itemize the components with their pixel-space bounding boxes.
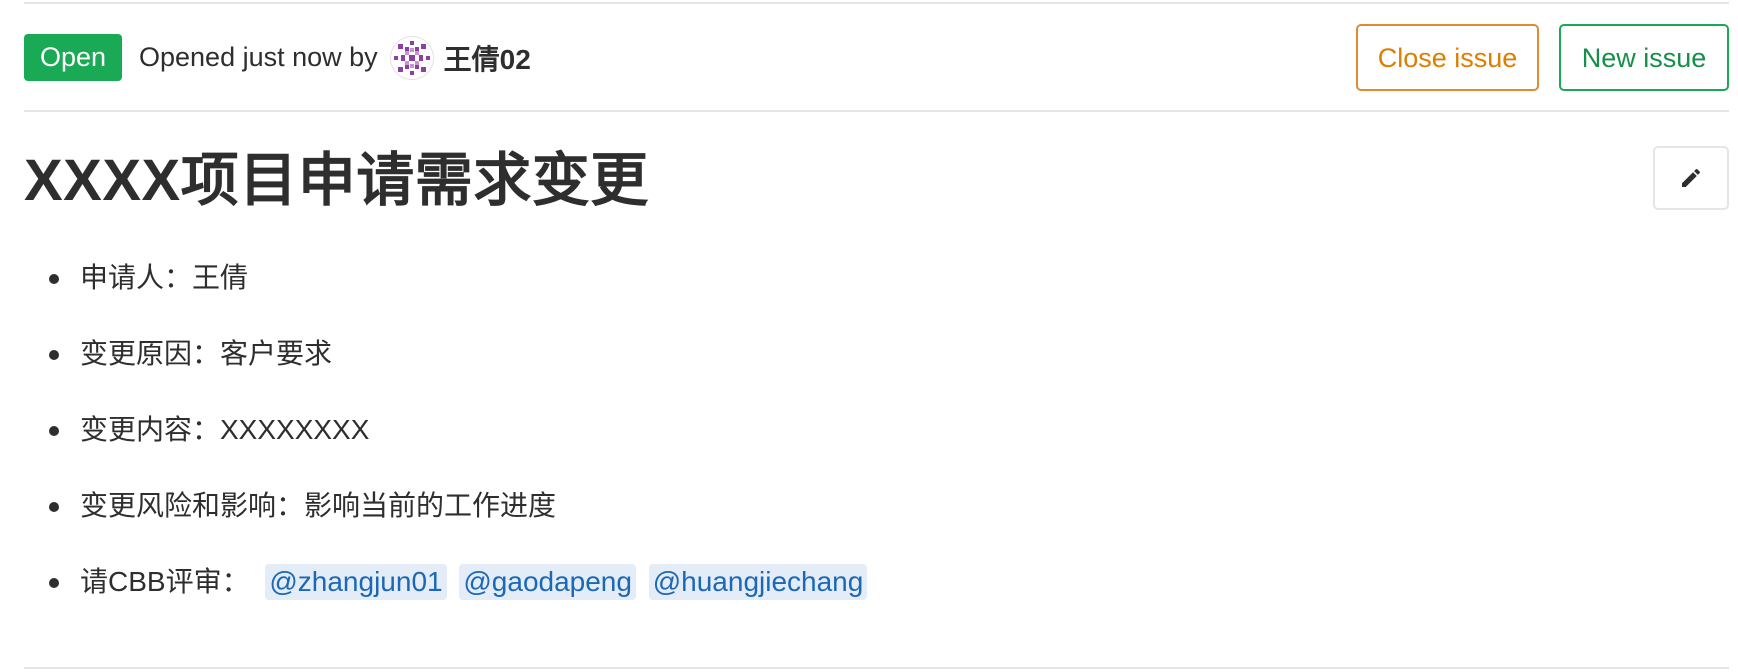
issue-page: Open Opened just now by 王倩02 Close issue… [0,0,1738,672]
list-item-text: 请CBB评审： [80,566,250,597]
list-item-text: 变更风险和影响：影响当前的工作进度 [80,490,557,521]
issue-description: 申请人：王倩 变更原因：客户要求 变更内容：XXXXXXXX 变更风险和影响：影… [24,240,872,620]
pencil-icon [1682,168,1700,187]
edit-title-button[interactable] [1653,146,1729,210]
user-mention-link[interactable]: @gaodapeng [459,564,636,600]
opened-text: Opened just now by [139,42,378,72]
list-item-text: 变更内容：XXXXXXXX [80,414,370,445]
bullet [49,502,59,512]
list-item-text: 申请人：王倩 [80,262,249,293]
issue-title: XXXX项目申请需求变更 [24,148,649,213]
list-item: 变更原因：客户要求 [24,316,872,392]
avatar[interactable] [389,35,434,80]
list-item: 变更内容：XXXXXXXX [24,392,872,468]
new-issue-button[interactable]: New issue [1559,24,1729,91]
list-item-reviewers: 请CBB评审： @zhangjun01 @gaodapeng @huangjie… [24,544,872,620]
issue-meta: Opened just now by 王倩02 [139,34,531,81]
list-item: 申请人：王倩 [24,240,872,316]
list-item: 变更风险和影响：影响当前的工作进度 [24,468,872,544]
close-issue-button[interactable]: Close issue [1356,24,1539,91]
user-mention-link[interactable]: @huangjiechang [648,564,868,600]
list-item-text: 变更原因：客户要求 [80,338,333,369]
status-badge: Open [24,34,122,81]
bullet [49,274,59,284]
author-name[interactable]: 王倩02 [444,38,531,78]
user-mention-link[interactable]: @zhangjun01 [265,564,447,600]
bullet [49,350,59,360]
bottom-divider [24,667,1729,669]
bullet [49,578,59,588]
bullet [49,426,59,436]
identicon-avatar-icon [390,36,433,79]
issue-header: Open Opened just now by 王倩02 Close issue… [24,4,1729,112]
